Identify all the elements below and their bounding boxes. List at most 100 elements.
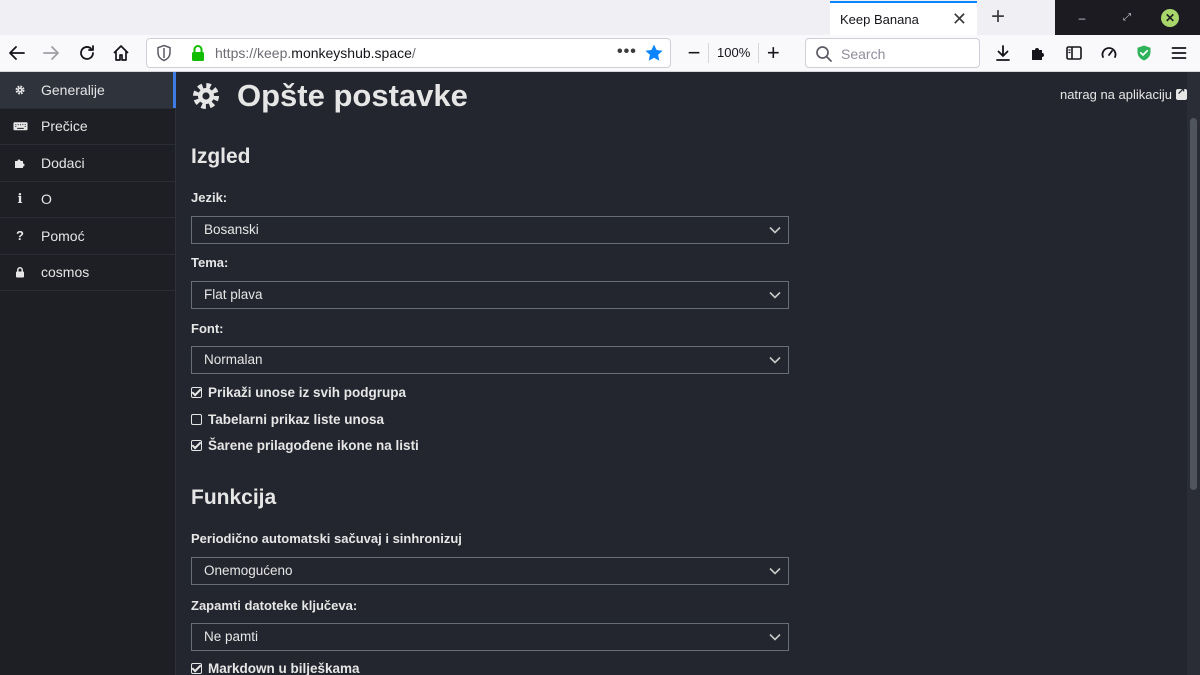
speedometer-icon xyxy=(1101,47,1117,58)
keyfiles-select[interactable]: Ne pamti xyxy=(191,623,789,651)
reload-button[interactable] xyxy=(73,39,101,67)
back-to-app-link[interactable]: natrag na aplikaciju xyxy=(1059,86,1187,102)
table-view-checkbox[interactable]: Tabelarni prikaz liste unosa xyxy=(191,412,384,427)
sidebar-item-pomoc[interactable]: ? Pomoć xyxy=(0,218,175,255)
page-title-text: Opšte postavke xyxy=(237,78,468,113)
gear-icon xyxy=(12,83,28,97)
search-bar[interactable] xyxy=(805,38,980,68)
chevron-down-icon xyxy=(769,291,781,299)
autosave-label: Periodično automatski sačuvaj i sinhroni… xyxy=(191,531,462,546)
search-input[interactable] xyxy=(841,44,971,64)
info-icon: i xyxy=(17,191,23,207)
page-actions-icon[interactable]: ••• xyxy=(617,43,637,61)
sidebar-toggle-button[interactable] xyxy=(1060,39,1088,67)
back-button[interactable] xyxy=(3,39,31,67)
zoom-level[interactable]: 100% xyxy=(708,43,760,63)
autosave-select[interactable]: Onemogućeno xyxy=(191,557,789,585)
puzzle-icon xyxy=(1032,48,1044,60)
back-arrow-icon xyxy=(9,46,25,60)
bookmark-star-icon[interactable] xyxy=(644,43,664,63)
chevron-down-icon xyxy=(769,633,781,641)
sidebar-item-label: O xyxy=(41,191,52,208)
checkbox-checked-icon xyxy=(191,663,202,674)
sidebar-item-precice[interactable]: Prečice xyxy=(0,109,175,145)
sidebar-item-dodaci[interactable]: Dodaci xyxy=(0,145,175,182)
sync-button[interactable] xyxy=(1095,39,1123,67)
page-title: Opšte postavke xyxy=(191,78,468,114)
checkbox-label: Tabelarni prikaz liste unosa xyxy=(208,412,385,427)
checkbox-label: Prikaži unose iz svih podgrupa xyxy=(208,385,407,400)
search-icon xyxy=(816,46,832,62)
zoom-controls: − 100% + xyxy=(680,39,787,67)
shield-icon[interactable] xyxy=(155,44,173,62)
keyfiles-label: Zapamti datoteke ključeva: xyxy=(191,598,358,613)
checkbox-checked-icon xyxy=(191,440,202,451)
sidebar-item-label: Prečice xyxy=(41,118,88,135)
language-select-value: Bosanski xyxy=(204,222,259,237)
browser-titlebar: Keep Banana ✕ + – ⤢ ✕ xyxy=(0,0,1200,35)
address-bar[interactable]: https://keep.monkeyshub.space/ ••• xyxy=(146,38,671,68)
checkbox-label: Markdown u bilješkama xyxy=(208,661,360,675)
restore-icon[interactable]: ⤢ xyxy=(1118,9,1136,27)
sidebar-item-o[interactable]: i O xyxy=(0,182,175,218)
sidebar-item-label: cosmos xyxy=(41,264,90,281)
sidebar-icon xyxy=(1066,46,1082,60)
font-label: Font: xyxy=(191,321,224,336)
minimize-icon[interactable]: – xyxy=(1073,9,1091,27)
lock-icon[interactable] xyxy=(190,44,206,62)
sidebar-item-label: Dodaci xyxy=(41,154,85,171)
chevron-down-icon xyxy=(769,226,781,234)
font-select-value: Normalan xyxy=(204,352,263,367)
downloads-button[interactable] xyxy=(989,39,1017,67)
external-link-icon xyxy=(1176,86,1187,100)
forward-button[interactable] xyxy=(37,39,65,67)
reload-icon xyxy=(80,45,94,60)
autosave-select-value: Onemogućeno xyxy=(204,563,293,578)
menu-button[interactable] xyxy=(1165,39,1193,67)
keyboard-icon xyxy=(12,119,28,133)
section-heading-appearance: Izgled xyxy=(191,145,251,168)
keyfiles-select-value: Ne pamti xyxy=(204,629,259,644)
show-subgroups-checkbox[interactable]: Prikaži unose iz svih podgrupa xyxy=(191,385,406,400)
browser-tab[interactable]: Keep Banana ✕ xyxy=(830,1,977,35)
puzzle-icon xyxy=(12,156,28,170)
language-select[interactable]: Bosanski xyxy=(191,216,789,244)
hamburger-menu-icon xyxy=(1171,47,1187,59)
url-text[interactable]: https://keep.monkeyshub.space/ xyxy=(215,45,416,61)
chevron-down-icon xyxy=(769,567,781,575)
sidebar-item-label: Generalije xyxy=(41,81,105,98)
shield-check-icon xyxy=(1137,45,1151,61)
back-link-text: natrag na aplikaciju xyxy=(1059,87,1172,102)
checkbox-unchecked-icon xyxy=(191,414,202,425)
home-icon xyxy=(113,45,129,61)
theme-select[interactable]: Flat plava xyxy=(191,281,789,309)
sidebar-item-label: Pomoć xyxy=(41,227,85,244)
section-heading-function: Funkcija xyxy=(191,486,277,509)
close-window-icon[interactable]: ✕ xyxy=(1161,9,1179,27)
scrollbar-thumb[interactable] xyxy=(1190,118,1197,490)
language-label: Jezik: xyxy=(191,190,228,205)
colorful-icons-checkbox[interactable]: Šarene prilagođene ikone na listi xyxy=(191,438,419,453)
font-select[interactable]: Normalan xyxy=(191,346,789,374)
gear-icon xyxy=(193,83,219,109)
question-icon: ? xyxy=(16,228,24,244)
settings-sidebar: Generalije Prečice Dodaci i O ? Pomoć co… xyxy=(0,72,176,675)
extensions-button[interactable] xyxy=(1024,39,1052,67)
forward-arrow-icon xyxy=(43,46,59,60)
close-tab-icon[interactable]: ✕ xyxy=(952,9,967,29)
zoom-out-button[interactable]: − xyxy=(680,39,708,67)
settings-main: Opšte postavke natrag na aplikaciju Izgl… xyxy=(177,72,1187,675)
checkbox-label: Šarene prilagođene ikone na listi xyxy=(208,438,419,453)
zoom-in-button[interactable]: + xyxy=(759,39,787,67)
adblock-button[interactable] xyxy=(1130,39,1158,67)
lock-icon xyxy=(12,265,28,279)
checkbox-checked-icon xyxy=(191,387,202,398)
chevron-down-icon xyxy=(769,356,781,364)
sidebar-item-generalije[interactable]: Generalije xyxy=(0,72,176,109)
browser-navbar: https://keep.monkeyshub.space/ ••• − 100… xyxy=(0,35,1200,72)
tab-title: Keep Banana xyxy=(840,11,919,27)
new-tab-button[interactable]: + xyxy=(985,4,1011,30)
sidebar-item-cosmos[interactable]: cosmos xyxy=(0,255,175,291)
home-button[interactable] xyxy=(107,39,135,67)
markdown-notes-checkbox[interactable]: Markdown u bilješkama xyxy=(191,661,360,675)
